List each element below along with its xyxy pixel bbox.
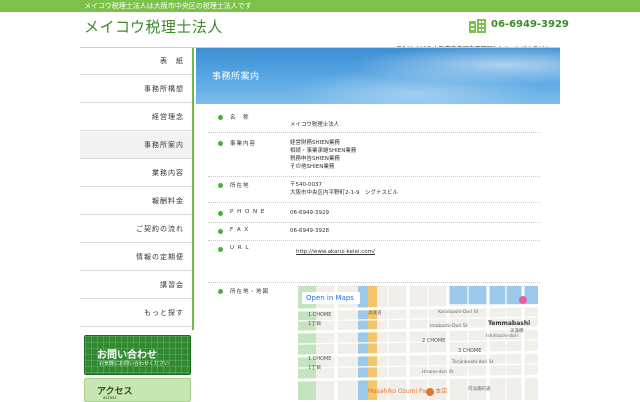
info-value: 経営財務SHIEN業務 相続・事業承継SHIEN業務 税務申告SHIEN業務 そ…	[290, 139, 356, 171]
bullet-icon	[218, 211, 223, 216]
info-value-line: 税務申告SHIEN業務	[290, 156, 340, 162]
info-value-line: メイコウ税理士法人	[290, 122, 340, 128]
map-area-label: 1丁目	[308, 365, 322, 371]
page-title: 事務所案内	[212, 72, 260, 82]
open-in-maps-button[interactable]: Open in Maps	[302, 292, 360, 304]
header-phone-number[interactable]: 06-6949-3929	[491, 19, 569, 30]
access-banner-subtitle: access	[103, 395, 117, 400]
nav-item-label: ご契約の流れ	[136, 225, 184, 233]
nav-item-seminar[interactable]: 講習会	[80, 272, 194, 299]
map-road-label: Tenjinbashi-dori St	[452, 360, 494, 365]
nav-item-newsletter[interactable]: 情報の定期便	[80, 244, 194, 271]
sidebar-accent-border	[192, 48, 194, 330]
nav-item-label: 報酬料金	[152, 197, 184, 205]
nav-item-label: 事務所案内	[144, 141, 184, 149]
info-row-business: 事業内容 経営財務SHIEN業務 相続・事業承継SHIEN業務 税務申告SHIE…	[208, 136, 540, 177]
info-label: 所在地	[230, 183, 250, 189]
contact-banner-subtitle: お気軽にお問い合わせください	[99, 361, 170, 367]
nav-item-label: もっと探す	[144, 309, 184, 317]
nav-item-label: 経営理念	[152, 113, 184, 121]
info-value-line: 06-6949-3928	[290, 228, 329, 234]
map-road-label: Hirano-dori St	[422, 370, 454, 375]
top-announcement-bar: メイコウ税理士法人は大阪市中央区の税理士法人です	[0, 0, 640, 12]
info-value: http://www.akarui-keiei.com/	[296, 248, 375, 256]
info-label: 所在地・地図	[230, 289, 270, 295]
nav-item-contract-flow[interactable]: ご契約の流れ	[80, 216, 194, 243]
contact-banner-title: お問い合わせ	[97, 350, 157, 361]
info-value: 〒540-0037 大阪市中央区内平野町2-1-9 シグナスビル	[290, 181, 398, 197]
info-value-line: その他SHIEN業務	[290, 164, 335, 170]
map-area-label: 1丁目	[308, 321, 322, 327]
top-announcement-text: メイコウ税理士法人は大阪市中央区の税理士法人です	[84, 2, 252, 10]
building-phone-icon	[469, 19, 486, 33]
map-road-label: Ishimachi-dori	[486, 334, 518, 339]
map-area-label: 1 CHOME	[308, 312, 332, 318]
access-banner[interactable]: アクセス access	[84, 378, 191, 402]
google-map[interactable]: Open in Maps 1 CHOME 1丁目 2 CHOME 3 CHOME…	[298, 286, 538, 400]
bullet-icon	[218, 183, 223, 188]
bullet-icon	[218, 247, 223, 252]
contact-banner[interactable]: お問い合わせ お気軽にお問い合わせください	[84, 335, 191, 375]
nav-item-philosophy[interactable]: 経営理念	[80, 104, 194, 131]
nav-item-label: 業務内容	[152, 169, 184, 177]
info-label: 名 称	[230, 115, 250, 121]
bullet-icon	[218, 141, 223, 146]
info-row-phone: P H O N E 06-6949-3929	[208, 206, 540, 223]
bullet-icon	[218, 115, 223, 120]
map-station-sublabel: 天満橋	[510, 329, 524, 334]
nav-item-cover[interactable]: 表 紙	[80, 48, 194, 75]
bullet-icon	[218, 289, 223, 294]
map-area-label: 2 CHOME	[422, 338, 446, 344]
map-station-label: Temmabashi	[488, 320, 531, 327]
nav-item-fees[interactable]: 報酬料金	[80, 188, 194, 215]
nav-item-more[interactable]: もっと探す	[80, 300, 194, 327]
nav-item-office-info[interactable]: 事務所案内	[80, 132, 194, 159]
map-road-label: Imabashi-Dori St	[430, 324, 468, 329]
info-row-url: U R L http://www.akarui-keiei.com/	[208, 242, 540, 283]
sidebar-nav: 表 紙 事務所構想 経営理念 事務所案内 業務内容 報酬料金 ご契約の流れ 情報…	[80, 48, 194, 402]
nav-item-concept[interactable]: 事務所構想	[80, 76, 194, 103]
info-row-name: 名 称 メイコウ税理士法人	[208, 110, 540, 133]
info-label: F A X	[230, 227, 250, 233]
page-hero-sky: 事務所案内	[196, 48, 560, 104]
site-logo[interactable]: メイコウ税理士法人	[84, 16, 223, 37]
nav-item-label: 講習会	[160, 281, 184, 289]
map-road-label: 高速道	[368, 311, 382, 316]
map-area-label: 1 CHOME	[308, 356, 332, 362]
nav-item-label: 表 紙	[160, 57, 184, 65]
nav-item-label: 情報の定期便	[136, 253, 184, 261]
info-row-fax: F A X 06-6949-3928	[208, 224, 540, 241]
info-value-line: 06-6949-3929	[290, 210, 329, 216]
map-road-label: 内淡路町通	[468, 387, 491, 392]
info-value-line: 〒540-0037	[290, 182, 322, 188]
map-area-label: 3 CHOME	[458, 348, 482, 354]
info-label: U R L	[230, 245, 250, 251]
info-value-line: 経営財務SHIEN業務	[290, 140, 340, 146]
open-in-maps-label: Open in Maps	[306, 294, 354, 302]
info-label: P H O N E	[230, 209, 266, 215]
map-poi-label: Masahiko Ozumi Paris 本店	[368, 388, 448, 395]
info-row-address: 所在地 〒540-0037 大阪市中央区内平野町2-1-9 シグナスビル	[208, 178, 540, 203]
info-value-line: 大阪市中央区内平野町2-1-9 シグナスビル	[290, 190, 398, 196]
info-value: 06-6949-3928	[290, 227, 329, 235]
nav-item-services[interactable]: 業務内容	[80, 160, 194, 187]
info-value: 06-6949-3929	[290, 209, 329, 217]
website-link[interactable]: http://www.akarui-keiei.com/	[296, 249, 375, 255]
site-header: メイコウ税理士法人 06-6949-3929 〒540-0037 大阪市中央区内…	[0, 12, 640, 53]
map-road-label: Koraibashi-Dori St	[438, 310, 479, 315]
info-value: メイコウ税理士法人	[290, 121, 339, 129]
nav-item-label: 事務所構想	[144, 85, 184, 93]
info-label: 事業内容	[230, 141, 257, 147]
info-value-line: 相続・事業承継SHIEN業務	[290, 148, 357, 154]
bullet-icon	[218, 229, 223, 234]
